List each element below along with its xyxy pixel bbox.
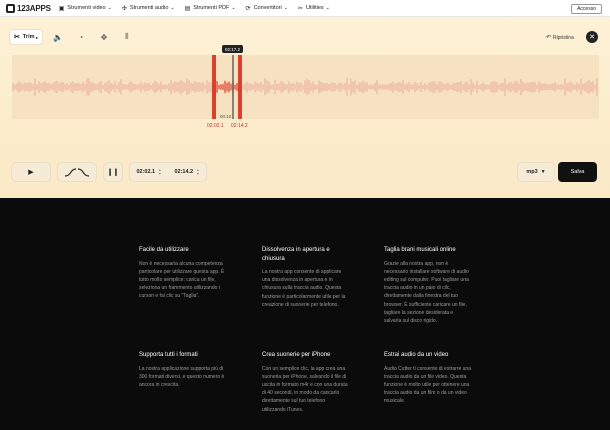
feature-text: Con un semplice clic, la app crea una su…: [262, 365, 348, 413]
feature-title: Facile da utilizzare: [139, 247, 189, 253]
start-handle-time: 02:02.1: [207, 123, 224, 129]
nav-convertitori[interactable]: ⟳ Convertitori ⌄: [246, 5, 288, 12]
restore-label: Ripristina: [553, 34, 574, 41]
audio-editor: ✂ Trim ● 🔈 ◔ ✥ ⦀ ↶ Ripristina ✕ 02:17.2 0…: [0, 17, 610, 198]
stepper-down-icon: ▼: [158, 172, 162, 176]
close-icon: ✕: [589, 34, 595, 41]
tools-icon: ✂: [297, 5, 303, 12]
feature-title: Dissolvenza in apertura e chiusura: [262, 247, 330, 262]
feature-text: La nostra applicazione supporta più di 3…: [139, 365, 225, 388]
play-button[interactable]: ▶: [12, 163, 50, 181]
audio-icon: ✣: [121, 5, 127, 12]
play-icon: ▶: [28, 169, 34, 176]
split-icon[interactable]: ⦀: [120, 30, 134, 44]
restore-button[interactable]: ↶ Ripristina: [546, 34, 574, 42]
chevron-down-icon: ⌄: [283, 5, 288, 11]
feature-text: Audio Cutter ti consente di estrarre una…: [384, 365, 471, 405]
trim-label: Trim: [22, 34, 35, 40]
top-nav: 123APPS ▣ Strumenti video ⌄ ✣ Strumenti …: [0, 0, 610, 17]
feature-text: Non è necessaria alcuna competenza parti…: [139, 260, 225, 300]
fade-in-out-icon: [64, 167, 90, 177]
nav-strumenti-video[interactable]: ▣ Strumenti video ⌄: [59, 5, 112, 12]
pause-icon: ❙❙: [107, 169, 119, 176]
speed-icon[interactable]: ◔: [74, 30, 88, 44]
end-handle[interactable]: [238, 55, 242, 119]
feature-title: Crea suonerie per iPhone: [262, 352, 331, 358]
nav-label: Strumenti video: [67, 5, 106, 11]
login-button[interactable]: Accesso: [571, 4, 602, 14]
playhead-time: 02:17.2: [222, 45, 244, 53]
pdf-icon: ▤: [184, 5, 191, 12]
nav-strumenti-audio[interactable]: ✣ Strumenti audio ⌄: [122, 5, 175, 12]
feature-text: La nostra app consente di applicare una …: [262, 269, 346, 308]
start-handle[interactable]: [212, 55, 216, 119]
feature-card: Estrai audio da un video Audio Cutter ti…: [384, 351, 471, 406]
logo-icon: [6, 3, 15, 13]
undo-icon: ↶: [546, 35, 552, 41]
nav-strumenti-pdf[interactable]: ▤ Strumenti PDF ⌄: [185, 5, 236, 12]
trim-button[interactable]: ✂ Trim ●: [10, 30, 42, 44]
feature-title: Estrai audio da un video: [384, 352, 449, 358]
video-icon: ▣: [58, 5, 65, 12]
feature-text: Grazie alla nostra app, non è necessario…: [384, 260, 469, 324]
close-button[interactable]: ✕: [586, 31, 598, 43]
cursor-time: 00:10: [220, 114, 232, 119]
chevron-down-icon: ⌄: [325, 5, 330, 11]
format-select[interactable]: mp3 ▼: [518, 163, 554, 181]
chevron-down-icon: ▼: [540, 169, 546, 175]
logo-text: 123APPS: [17, 3, 51, 13]
chevron-down-icon: ⌄: [170, 5, 175, 11]
end-handle-time: 02:14.2: [231, 123, 248, 129]
feature-card: Supporta tutti i formati La nostra appli…: [139, 351, 226, 389]
feature-card: Dissolvenza in apertura e chiusura La no…: [262, 246, 349, 309]
end-time-stepper[interactable]: ▲ ▼: [196, 168, 199, 176]
nav-label: Utilities: [305, 5, 324, 11]
waveform[interactable]: [12, 55, 599, 119]
start-time-stepper[interactable]: ▲ ▼: [158, 168, 161, 176]
chevron-down-icon: ⌄: [107, 5, 112, 11]
nav-label: Strumenti audio: [129, 5, 169, 11]
logo[interactable]: 123APPS: [6, 3, 51, 13]
nav-label: Strumenti PDF: [193, 5, 230, 11]
format-value: mp3: [526, 169, 538, 175]
start-time-field[interactable]: 02:02.1 ▲ ▼: [136, 168, 161, 176]
feature-title: Taglia brani musicali online: [384, 247, 456, 253]
waveform-svg: [12, 55, 599, 119]
feature-title: Supporta tutti i formati: [139, 352, 198, 358]
pause-button[interactable]: ❙❙: [104, 163, 122, 181]
feature-card: Taglia brani musicali online Grazie alla…: [384, 246, 471, 325]
chevron-down-icon: ⌄: [231, 5, 236, 11]
start-time-value: 02:02.1: [136, 169, 156, 175]
save-button[interactable]: Salva: [558, 162, 597, 182]
end-time-value: 02:14.2: [174, 169, 194, 175]
stepper-down-icon: ▼: [196, 172, 200, 176]
equalizer-icon[interactable]: ✥: [97, 30, 111, 44]
time-range: 02:02.1 ▲ ▼ 02:14.2 ▲ ▼: [130, 163, 206, 181]
editor-toolbar: ✂ Trim ● 🔈 ◔ ✥ ⦀: [10, 30, 134, 44]
end-time-field[interactable]: 02:14.2 ▲ ▼: [174, 168, 199, 176]
nav-label: Convertitori: [253, 5, 282, 11]
features-section: Facile da utilizzare Non è necessaria al…: [0, 198, 610, 430]
trim-indicator: ●: [35, 34, 38, 40]
feature-card: Crea suonerie per iPhone Con un semplice…: [262, 351, 349, 414]
volume-icon[interactable]: 🔈: [51, 30, 65, 44]
scissors-icon: ✂: [14, 34, 20, 41]
fade-toggle[interactable]: [58, 163, 96, 181]
nav-utilities[interactable]: ✂ Utilities ⌄: [298, 5, 330, 12]
convert-icon: ⟳: [245, 5, 251, 12]
feature-card: Facile da utilizzare Non è necessaria al…: [139, 246, 226, 301]
